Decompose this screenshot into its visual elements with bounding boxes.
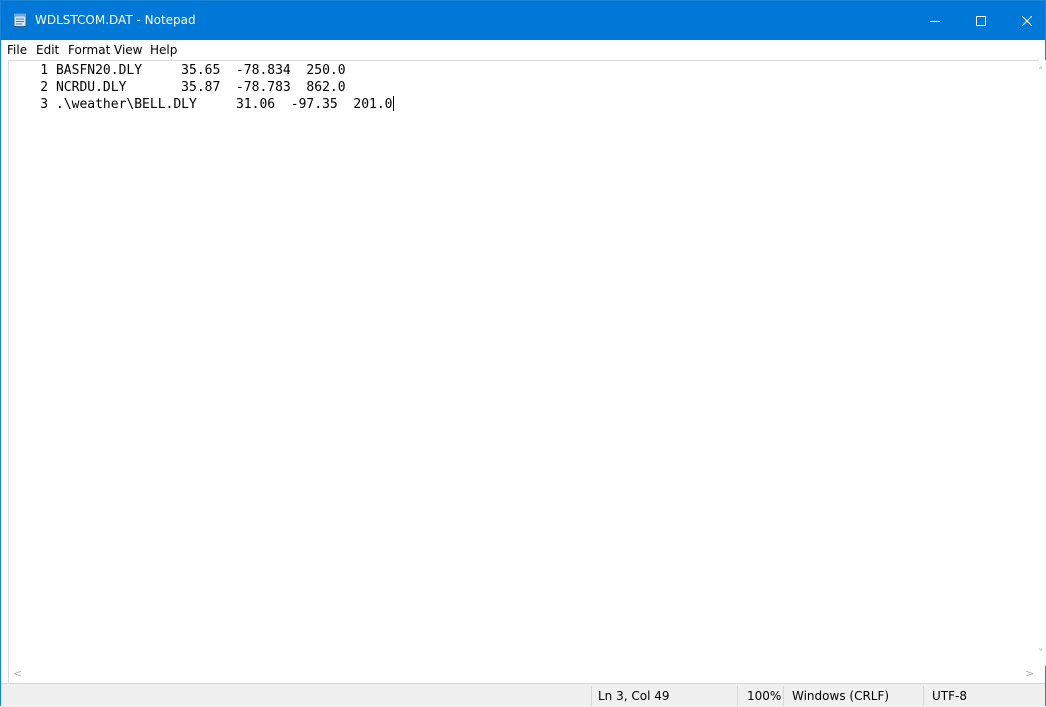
- status-bar: Ln 3, Col 49 100% Windows (CRLF) UTF-8: [1, 683, 1045, 707]
- text-line: 2 NCRDU.DLY 35.87 -78.783 862.0: [9, 80, 346, 95]
- text-line-with-caret: 3 .\weather\BELL.DLY 31.06 -97.35 201.0: [9, 96, 1039, 113]
- status-encoding: UTF-8: [932, 689, 967, 703]
- text-caret: [392, 96, 394, 111]
- scroll-down-icon[interactable]: ˅: [1038, 648, 1044, 660]
- scroll-up-icon[interactable]: ˄: [1038, 66, 1044, 78]
- menu-view[interactable]: View: [114, 42, 142, 58]
- scroll-left-icon[interactable]: <: [13, 668, 22, 680]
- scroll-right-icon[interactable]: >: [1025, 668, 1034, 680]
- minimize-icon: [930, 11, 940, 30]
- menu-bar: File Edit Format View Help: [1, 40, 1045, 60]
- notepad-window: WDLSTCOM.DAT - Notepad File Edit Format …: [0, 0, 1046, 707]
- minimize-button[interactable]: [912, 1, 958, 40]
- maximize-button[interactable]: [958, 1, 1004, 40]
- status-divider: [783, 686, 784, 706]
- document-text[interactable]: 1 BASFN20.DLY 35.65 -78.834 250.0 2 NCRD…: [9, 62, 1039, 666]
- menu-file[interactable]: File: [7, 42, 27, 58]
- status-line-ending: Windows (CRLF): [792, 689, 890, 703]
- status-divider: [591, 686, 592, 706]
- close-icon: [1021, 11, 1033, 30]
- menu-help[interactable]: Help: [150, 42, 177, 58]
- status-cursor-position: Ln 3, Col 49: [598, 689, 670, 703]
- maximize-icon: [976, 11, 986, 30]
- menu-edit[interactable]: Edit: [36, 42, 59, 58]
- horizontal-scrollbar[interactable]: < >: [8, 666, 1039, 683]
- close-button[interactable]: [1004, 1, 1046, 40]
- status-divider: [923, 686, 924, 706]
- title-bar[interactable]: WDLSTCOM.DAT - Notepad: [1, 1, 1045, 40]
- text-editor[interactable]: 1 BASFN20.DLY 35.65 -78.834 250.0 2 NCRD…: [8, 60, 1039, 666]
- text-line: 1 BASFN20.DLY 35.65 -78.834 250.0: [9, 63, 346, 78]
- text-line-content: 3 .\weather\BELL.DLY 31.06 -97.35 201.0: [9, 97, 393, 112]
- notepad-app-icon[interactable]: [12, 12, 28, 28]
- status-zoom: 100%: [747, 689, 782, 703]
- status-divider: [737, 686, 738, 706]
- vertical-scrollbar[interactable]: ˄ ˅: [1038, 60, 1046, 666]
- window-title: WDLSTCOM.DAT - Notepad: [35, 13, 196, 27]
- menu-format[interactable]: Format: [68, 42, 110, 58]
